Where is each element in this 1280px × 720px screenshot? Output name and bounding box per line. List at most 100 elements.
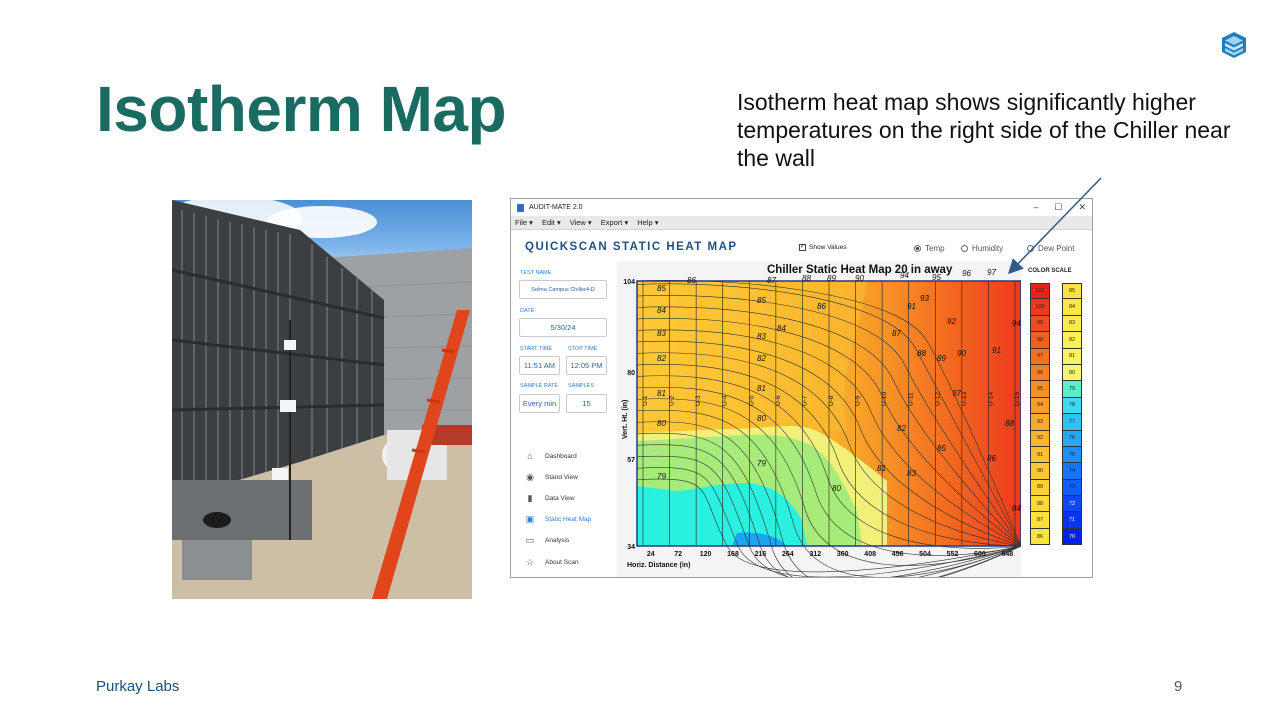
isotherm-label: 86 xyxy=(687,276,696,285)
radio-humidity[interactable]: Humidity xyxy=(961,244,1003,253)
sensor-unit-label: U-7 xyxy=(801,395,808,406)
samples-field[interactable]: 15 xyxy=(566,394,607,413)
close-icon[interactable]: ✕ xyxy=(1078,202,1086,213)
nav-static-heat-map[interactable]: ▣ Static Heat Map xyxy=(525,512,592,526)
sensor-unit-label: U-15 xyxy=(1014,392,1021,406)
x-tick-label: 264 xyxy=(782,551,794,558)
x-tick-label: 456 xyxy=(892,551,904,558)
isotherm-label: 85 xyxy=(937,444,946,453)
color-scale-cell: 92 xyxy=(1030,430,1050,447)
isotherm-label: 81 xyxy=(657,389,666,398)
isotherm-label: 84 xyxy=(777,324,786,333)
nav-about-scan-label: About Scan xyxy=(545,558,579,566)
page-number: 9 xyxy=(1174,678,1183,695)
window-title: AUDIT-MATE 2.0 xyxy=(529,204,583,211)
nav-static-heat-map-label: Static Heat Map xyxy=(545,515,592,523)
isotherm-label: 79 xyxy=(657,472,666,481)
menu-help[interactable]: Help ▾ xyxy=(637,218,658,227)
isotherm-label: 83 xyxy=(757,332,766,341)
maximize-icon[interactable]: ☐ xyxy=(1054,202,1062,213)
star-icon: ☆ xyxy=(525,556,535,567)
bar-chart-icon: ▮ xyxy=(527,492,533,503)
x-tick-label: 504 xyxy=(919,551,931,558)
date-field[interactable]: 5/30/24 xyxy=(519,318,607,337)
radio-dew-point-label: Dew Point xyxy=(1038,244,1075,253)
color-scale-cell: 83 xyxy=(1062,315,1082,333)
radio-unselected-icon xyxy=(1027,245,1034,252)
x-tick-label: 312 xyxy=(809,551,821,558)
show-values-checkbox[interactable]: ✓ Show Values xyxy=(799,244,846,251)
isotherm-label: 86 xyxy=(987,454,996,463)
x-axis-ticks: 24 72 120 168 216 264 312 360 408 456 504 552 600 648 xyxy=(647,551,1013,558)
color-scale-cell: 97 xyxy=(1030,348,1050,365)
color-scale-cell: 71 xyxy=(1062,512,1082,529)
isotherm-label: 84 xyxy=(1012,504,1021,513)
color-scale-cell: 82 xyxy=(1062,332,1082,349)
y-tick-label: 57 xyxy=(627,457,635,464)
color-scale-cell: 90 xyxy=(1030,463,1050,480)
color-scale-cell: 77 xyxy=(1062,414,1082,431)
isotherm-label: 83 xyxy=(657,329,666,338)
purkay-logo-icon xyxy=(1222,32,1246,58)
x-axis-label: Horiz. Distance (in) xyxy=(627,562,690,569)
color-scale-cell: 99 xyxy=(1030,315,1050,333)
test-name-label: TEST NAME xyxy=(520,270,552,276)
color-scale-cell: 100 xyxy=(1030,299,1050,316)
window-controls: – ☐ ✕ xyxy=(1033,202,1086,213)
isotherm-label: 85 xyxy=(757,296,766,305)
home-icon: ⌂ xyxy=(527,451,533,461)
color-scale-cell: 96 xyxy=(1030,364,1050,382)
y-tick-label: 104 xyxy=(623,279,635,286)
x-tick-label: 552 xyxy=(947,551,959,558)
isotherm-label: 89 xyxy=(937,354,946,363)
test-name-field[interactable]: Selma Campus Chiller4-D xyxy=(519,280,607,299)
isotherm-label: 92 xyxy=(947,317,956,326)
sensor-unit-label: U-4 xyxy=(722,395,729,406)
sidebar: TEST NAME Selma Campus Chiller4-D DATE 5… xyxy=(511,263,613,577)
sensor-unit-label: U-11 xyxy=(908,392,915,406)
sensor-unit-label: U-12 xyxy=(934,392,941,406)
nav-analysis[interactable]: ▭ Analysis xyxy=(525,533,569,547)
nav-stand-view[interactable]: ◉ Stand View xyxy=(525,470,578,484)
nav-dashboard[interactable]: ⌂ Dashboard xyxy=(525,449,577,463)
minimize-icon[interactable]: – xyxy=(1033,202,1038,213)
checkbox-checked-icon: ✓ xyxy=(799,244,806,251)
isotherm-label: 81 xyxy=(757,384,766,393)
footer-company: Purkay Labs xyxy=(96,678,180,695)
isotherm-label: 87 xyxy=(767,276,776,285)
isotherm-label: 96 xyxy=(962,269,971,278)
nav-dashboard-label: Dashboard xyxy=(545,452,577,460)
menu-view[interactable]: View ▾ xyxy=(570,218,592,227)
heat-map-icon: ▣ xyxy=(525,513,535,524)
color-scale-cell: 81 xyxy=(1062,348,1082,365)
nav-about-scan[interactable]: ☆ About Scan xyxy=(525,555,579,569)
sensor-unit-label: U-6 xyxy=(775,395,782,406)
menu-export[interactable]: Export ▾ xyxy=(601,218,629,227)
menu-edit[interactable]: Edit ▾ xyxy=(542,218,561,227)
radio-dew-point[interactable]: Dew Point xyxy=(1027,244,1074,253)
x-tick-label: 648 xyxy=(1001,551,1013,558)
stop-time-field[interactable]: 12:05 PM xyxy=(566,356,607,375)
sensor-unit-label: U-13 xyxy=(961,392,968,406)
show-values-label: Show Values xyxy=(809,244,847,251)
nav-data-view[interactable]: ▮ Data View xyxy=(525,491,575,505)
isotherm-label: 90 xyxy=(957,349,966,358)
radio-unselected-icon xyxy=(961,245,968,252)
isotherm-label: 82 xyxy=(657,354,666,363)
color-scale-cell: 89 xyxy=(1030,479,1050,497)
isotherm-label: 97 xyxy=(952,389,961,398)
start-time-field[interactable]: 11:51 AM xyxy=(519,356,560,375)
radio-temp-label: Temp xyxy=(925,244,945,253)
app-heading: QUICKSCAN STATIC HEAT MAP xyxy=(525,241,738,253)
color-scale-warm: 101 100 99 98 97 96 95 94 93 92 91 90 89 88 87 86 xyxy=(1030,283,1050,546)
color-scale-cell: 91 xyxy=(1030,446,1050,464)
slide-title: Isotherm Map xyxy=(96,73,507,145)
title-bar: AUDIT-MATE 2.0 xyxy=(511,199,1092,216)
radio-temp[interactable]: Temp xyxy=(914,244,945,253)
nav-analysis-label: Analysis xyxy=(545,536,570,544)
isotherm-label: 81 xyxy=(877,464,886,473)
sample-rate-field[interactable]: Every min xyxy=(519,394,560,413)
chart-title: Chiller Static Heat Map 20 in away xyxy=(767,264,953,276)
color-scale-cell: 70 xyxy=(1062,528,1082,546)
menu-file[interactable]: File ▾ xyxy=(515,218,533,227)
